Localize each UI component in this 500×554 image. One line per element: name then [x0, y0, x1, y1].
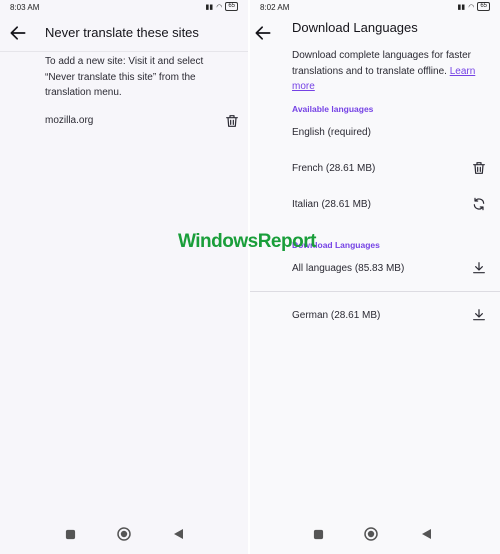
circle-icon [117, 527, 131, 541]
description-body: Download complete languages for faster t… [292, 50, 471, 77]
language-item-all: All languages (85.83 MB) [292, 263, 405, 274]
language-item-english: English (required) [292, 127, 371, 138]
instructions-text: To add a new site: Visit it and select “… [45, 56, 204, 98]
back-arrow-icon[interactable] [8, 23, 28, 43]
recents-button[interactable] [62, 526, 78, 542]
status-icons: ▮▮ ◠ 65 [205, 2, 238, 11]
square-icon [65, 529, 75, 539]
status-time: 8:03 AM [10, 3, 40, 12]
status-time: 8:02 AM [260, 3, 290, 12]
download-icon[interactable] [471, 260, 487, 276]
wifi-icon: ◠ [468, 3, 475, 11]
triangle-back-icon [421, 529, 431, 539]
triangle-back-icon [173, 529, 183, 539]
language-item-italian: Italian (28.61 MB) [292, 199, 371, 210]
status-bar: 8:02 AM ▮▮ ◠ 65 [250, 0, 500, 14]
page-title: Download Languages [292, 20, 418, 35]
available-languages-header: Available languages [292, 104, 374, 114]
home-button[interactable] [363, 526, 379, 542]
watermark-logo: WindowsReport [178, 231, 316, 252]
system-nav-bar [250, 514, 500, 554]
wifi-icon: ◠ [216, 3, 223, 11]
recents-button[interactable] [310, 526, 326, 542]
sync-icon[interactable] [471, 196, 487, 212]
square-icon [313, 529, 323, 539]
status-icons: ▮▮ ◠ 65 [457, 2, 490, 11]
back-button[interactable] [418, 526, 434, 542]
home-button[interactable] [116, 526, 132, 542]
language-item-french: French (28.61 MB) [292, 163, 376, 174]
app-bar: Never translate these sites [0, 14, 248, 52]
back-button[interactable] [170, 526, 186, 542]
site-item-label: mozilla.org [45, 115, 94, 126]
back-arrow-icon[interactable] [253, 23, 273, 43]
battery-icon: 65 [225, 2, 238, 11]
language-item-german: German (28.61 MB) [292, 310, 381, 321]
battery-icon: 65 [477, 2, 490, 11]
page-title: Never translate these sites [45, 25, 199, 40]
trash-icon[interactable] [471, 160, 487, 176]
signal-icon: ▮▮ [457, 3, 466, 11]
trash-icon[interactable] [224, 113, 240, 129]
app-bar: Download Languages [250, 14, 500, 52]
download-languages-screen: 8:02 AM ▮▮ ◠ 65 Download Languages Downl… [250, 0, 500, 554]
circle-icon [364, 527, 378, 541]
description-text: Download complete languages for faster t… [292, 48, 492, 95]
divider [250, 291, 500, 292]
download-icon[interactable] [471, 307, 487, 323]
system-nav-bar [0, 514, 248, 554]
signal-icon: ▮▮ [205, 3, 214, 11]
never-translate-screen: 8:03 AM ▮▮ ◠ 65 Never translate these si… [0, 0, 248, 554]
status-bar: 8:03 AM ▮▮ ◠ 65 [0, 0, 248, 14]
